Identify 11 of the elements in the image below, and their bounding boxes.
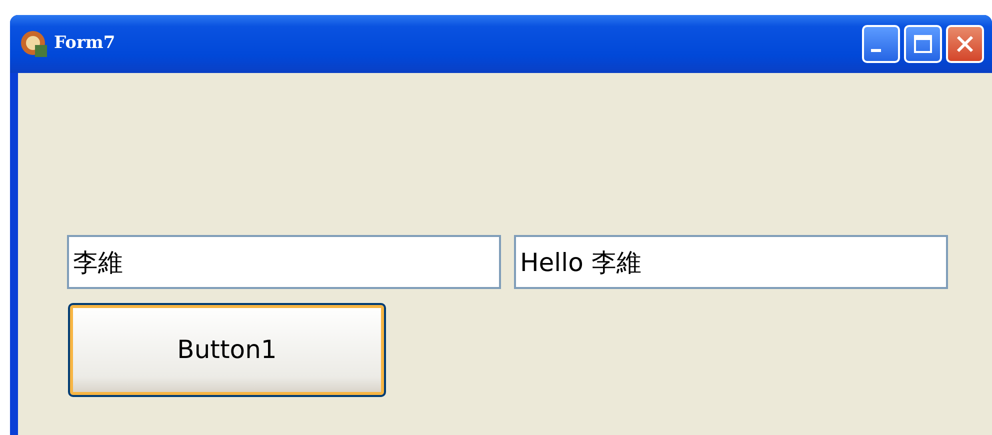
text-field[interactable]: Hello 李維: [514, 235, 948, 289]
window-title: Form7: [54, 32, 116, 56]
app-icon: [20, 30, 48, 58]
minimize-button[interactable]: [862, 25, 900, 63]
minimize-icon: [871, 48, 881, 52]
maximize-icon: [913, 34, 933, 54]
close-button[interactable]: [946, 25, 984, 63]
button[interactable]: Button1: [68, 303, 386, 397]
maximize-button[interactable]: [904, 25, 942, 63]
text-field[interactable]: 李維: [67, 235, 501, 289]
close-icon: [955, 34, 975, 54]
